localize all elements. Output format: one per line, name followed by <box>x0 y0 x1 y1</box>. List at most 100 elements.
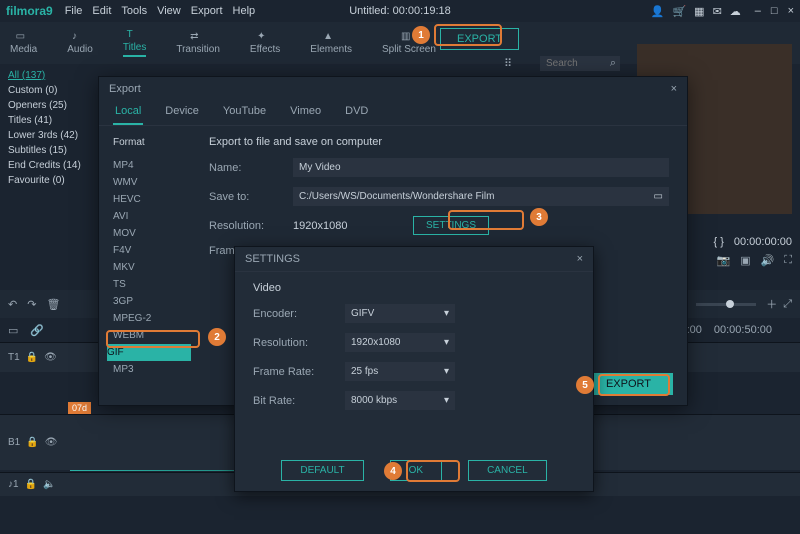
maximize-icon[interactable]: □ <box>771 5 778 17</box>
format-item[interactable]: F4V <box>113 242 191 259</box>
tab-audio[interactable]: ♪Audio <box>67 31 93 55</box>
export-tab-vimeo[interactable]: Vimeo <box>288 101 323 125</box>
settings-dialog: SETTINGS × Video Encoder:GIFV▾ Resolutio… <box>234 246 594 492</box>
s-br-select[interactable]: 8000 kbps▾ <box>345 391 455 410</box>
menu-edit[interactable]: Edit <box>92 5 111 17</box>
close-icon[interactable]: × <box>671 83 677 95</box>
eye-icon[interactable]: 👁 <box>44 352 57 363</box>
encoder-select[interactable]: GIFV▾ <box>345 304 455 323</box>
ruler-mark: 00:00:50:00 <box>714 324 772 336</box>
sidebar-item[interactable]: Titles (41) <box>8 113 84 128</box>
default-button[interactable]: DEFAULT <box>281 460 363 481</box>
format-item[interactable]: MP3 <box>113 361 191 378</box>
menu-file[interactable]: File <box>65 5 83 17</box>
export-tab-dvd[interactable]: DVD <box>343 101 370 125</box>
volume-icon[interactable]: 🔊 <box>761 254 775 267</box>
app-logo: filmora9 <box>6 4 53 18</box>
format-item[interactable]: AVI <box>113 208 191 225</box>
settings-button[interactable]: SETTINGS <box>413 216 489 235</box>
tab-titles[interactable]: TTitles <box>123 29 147 57</box>
format-item[interactable]: WMV <box>113 174 191 191</box>
menu-help[interactable]: Help <box>233 5 256 17</box>
eye-icon[interactable]: 👁 <box>45 437 58 448</box>
zoom-slider[interactable] <box>696 303 756 306</box>
name-input[interactable] <box>293 158 669 177</box>
sidebar-item[interactable]: Lower 3rds (42) <box>8 128 84 143</box>
cart-icon[interactable]: 🛒 <box>672 5 686 18</box>
undo-icon[interactable]: ↶ <box>8 298 17 311</box>
s-fr-select[interactable]: 25 fps▾ <box>345 362 455 381</box>
preview-timecode: 00:00:00:00 <box>734 236 792 248</box>
format-item[interactable]: MPEG-2 <box>113 310 191 327</box>
export-tab-youtube[interactable]: YouTube <box>221 101 268 125</box>
mute-icon[interactable]: 🔈 <box>43 479 55 490</box>
zoom-in-icon[interactable]: ＋ <box>766 296 777 312</box>
menu-export[interactable]: Export <box>191 5 223 17</box>
sidebar-item[interactable]: End Credits (14) <box>8 158 84 173</box>
chevron-down-icon: ▾ <box>444 366 449 377</box>
lock-icon[interactable]: 🔒 <box>26 437 38 448</box>
s-res-select[interactable]: 1920x1080▾ <box>345 333 455 352</box>
tab-media[interactable]: ▭Media <box>10 31 37 55</box>
mark-icon[interactable]: ▣ <box>740 254 750 267</box>
close-icon[interactable]: × <box>788 5 794 17</box>
tab-transition[interactable]: ⇄Transition <box>176 31 220 55</box>
bracket-left-icon[interactable]: { } <box>713 236 723 248</box>
saveto-input[interactable]: C:/Users/WS/Documents/Wondershare Film▭ <box>293 187 669 206</box>
menu-view[interactable]: View <box>157 5 181 17</box>
library-icon[interactable]: ▦ <box>694 5 704 18</box>
folder-icon[interactable]: ▭ <box>654 191 663 202</box>
sidebar-item[interactable]: Subtitles (15) <box>8 143 84 158</box>
res-label: Resolution: <box>209 220 293 232</box>
search-input[interactable] <box>540 56 620 71</box>
delete-icon[interactable]: 🗑 <box>46 298 60 311</box>
titlebar: filmora9 File Edit Tools View Export Hel… <box>0 0 800 22</box>
sidebar-item[interactable]: Custom (0) <box>8 83 84 98</box>
annotation-bubble-1: 1 <box>412 26 430 44</box>
chevron-down-icon: ▾ <box>444 395 449 406</box>
format-item[interactable]: WEBM <box>113 327 191 344</box>
track-head-t1: T1🔒👁 <box>8 352 54 363</box>
tab-elements[interactable]: ▲Elements <box>310 31 352 55</box>
cancel-button[interactable]: CANCEL <box>468 460 547 481</box>
menu-tools[interactable]: Tools <box>121 5 147 17</box>
timeline-paste-icon[interactable]: ▭ <box>8 324 18 337</box>
format-item[interactable]: MP4 <box>113 157 191 174</box>
snapshot-icon[interactable]: 📷 <box>716 254 730 267</box>
settings-dialog-body: Video Encoder:GIFV▾ Resolution:1920x1080… <box>235 272 593 430</box>
document-title: Untitled: 00:00:19:18 <box>349 5 451 17</box>
format-item[interactable]: MOV <box>113 225 191 242</box>
annotation-bubble-4: 4 <box>384 462 402 480</box>
format-item-gif[interactable]: GIF <box>107 344 191 361</box>
cloud-icon[interactable]: ☁ <box>730 5 741 18</box>
zoom-fit-icon[interactable]: ⤢ <box>783 298 792 311</box>
redo-icon[interactable]: ↷ <box>27 298 36 311</box>
lock-icon[interactable]: 🔒 <box>25 479 37 490</box>
format-list: Format MP4 WMV HEVC AVI MOV F4V MKV TS 3… <box>99 126 191 366</box>
export-tab-device[interactable]: Device <box>163 101 201 125</box>
export-tab-local[interactable]: Local <box>113 101 143 125</box>
format-item[interactable]: MKV <box>113 259 191 276</box>
export-confirm-button[interactable]: EXPORT <box>584 373 673 395</box>
tab-effects[interactable]: ✦Effects <box>250 31 280 55</box>
sidebar-item[interactable]: Favourite (0) <box>8 173 84 188</box>
fullscreen-icon[interactable]: ⛶ <box>784 254 792 267</box>
mail-icon[interactable]: ✉ <box>713 5 722 18</box>
sidebar-item[interactable]: Openers (25) <box>8 98 84 113</box>
format-item[interactable]: HEVC <box>113 191 191 208</box>
export-button-top[interactable]: EXPORT <box>440 28 519 50</box>
lock-icon[interactable]: 🔒 <box>26 352 38 363</box>
timeline-link-icon[interactable]: 🔗 <box>30 324 44 337</box>
search-icon[interactable]: ⌕ <box>610 57 616 70</box>
format-item[interactable]: 3GP <box>113 293 191 310</box>
close-icon[interactable]: × <box>577 253 583 265</box>
sidebar-item-all[interactable]: All (137) <box>8 68 84 83</box>
chevron-down-icon: ▾ <box>444 308 449 319</box>
user-icon[interactable]: 👤 <box>651 5 665 18</box>
annotation-bubble-2: 2 <box>208 328 226 346</box>
settings-section-video: Video <box>253 282 575 294</box>
grid-view-icon[interactable]: ⠿ <box>504 57 512 70</box>
format-item[interactable]: TS <box>113 276 191 293</box>
minimize-icon[interactable]: – <box>755 5 761 17</box>
settings-dialog-title: SETTINGS × <box>235 247 593 272</box>
